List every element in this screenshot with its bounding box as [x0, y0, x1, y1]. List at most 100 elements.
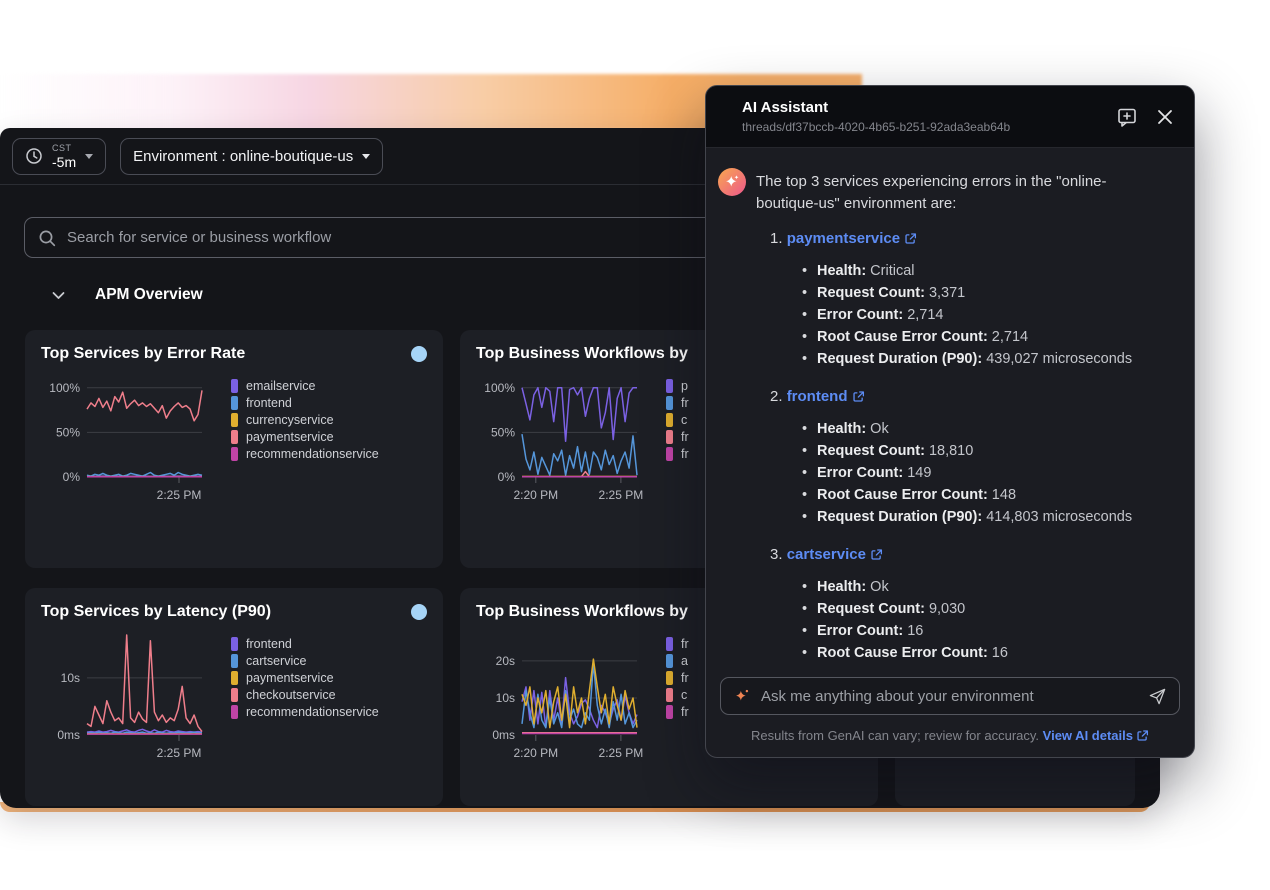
metric-item: Request Count: 18,810: [800, 441, 1174, 462]
metric-value: 414,803 microseconds: [982, 509, 1132, 525]
legend-label: fr: [681, 430, 689, 444]
legend-label: fr: [681, 671, 689, 685]
clock-icon: [25, 147, 43, 165]
x-axis-tick-label: 2:25 PM: [157, 488, 202, 502]
metric-label: Root Cause Error Count:: [817, 329, 988, 345]
service-block: 3. cartservice Health: OkRequest Count: 9…: [770, 546, 1174, 664]
close-icon: [1156, 108, 1174, 126]
legend-label: frontend: [246, 637, 292, 651]
chart-canvas: 100%50%0%2:25 PM: [35, 369, 215, 509]
new-thread-button[interactable]: [1116, 106, 1138, 128]
service-link[interactable]: frontend: [787, 388, 865, 405]
y-axis-tick-label: 10s: [61, 671, 80, 685]
legend-item: cartservice: [231, 654, 379, 668]
card-title: Top Business Workflows by: [476, 603, 688, 621]
service-block: 2. frontendHealth: OkRequest Count: 18,8…: [770, 388, 1174, 528]
metric-value: 3,371: [925, 285, 965, 301]
y-axis-tick-label: 10s: [496, 691, 515, 705]
metric-label: Error Count:: [817, 465, 903, 481]
legend-item: frontend: [231, 637, 379, 651]
comment-plus-icon: [1116, 106, 1138, 128]
card-top-services-error-rate: Top Services by Error Rate 100%50%0%2:25…: [25, 330, 443, 568]
card-title: Top Services by Latency (P90): [41, 603, 271, 621]
metric-item: Error Count: 16: [800, 621, 1174, 642]
metric-label: Error Count:: [817, 307, 903, 323]
legend-label: paymentservice: [246, 671, 334, 685]
legend-swatch: [666, 654, 673, 668]
legend-swatch: [231, 413, 238, 427]
service-link[interactable]: paymentservice: [787, 230, 917, 247]
legend-swatch: [231, 379, 238, 393]
ai-assistant-header: AI Assistant threads/df37bccb-4020-4b65-…: [706, 86, 1194, 148]
legend-label: paymentservice: [246, 430, 334, 444]
legend-swatch: [666, 705, 673, 719]
service-metrics: Health: OkRequest Count: 9,030Error Coun…: [800, 577, 1174, 664]
legend-item: fr: [666, 705, 689, 719]
legend-item: frontend: [231, 396, 379, 410]
legend-swatch: [231, 671, 238, 685]
metric-item: Request Count: 9,030: [800, 599, 1174, 620]
send-button[interactable]: [1148, 687, 1167, 706]
ai-message-area: The top 3 services experiencing errors i…: [706, 148, 1194, 665]
metric-label: Request Count:: [817, 601, 925, 617]
y-axis-tick-label: 100%: [484, 381, 515, 395]
thread-id: threads/df37bccb-4020-4b65-b251-92ada3ea…: [742, 120, 1116, 134]
legend-item: fr: [666, 447, 689, 461]
legend-item: recommendationservice: [231, 705, 379, 719]
legend-label: c: [681, 413, 687, 427]
y-axis-tick-label: 0ms: [492, 728, 515, 742]
x-axis-tick-label: 2:20 PM: [513, 746, 558, 760]
send-icon: [1148, 687, 1167, 706]
ask-input-box[interactable]: [720, 677, 1180, 715]
legend-item: fr: [666, 430, 689, 444]
service-title: 3. cartservice: [770, 546, 1174, 563]
metric-label: Root Cause Error Count:: [817, 487, 988, 503]
chart-canvas: 100%50%0%2:20 PM2:25 PM: [470, 369, 650, 509]
external-link-icon: [870, 548, 883, 561]
service-title: 1. paymentservice: [770, 230, 1174, 247]
legend-item: fr: [666, 396, 689, 410]
ai-assistant-title: AI Assistant: [742, 99, 1116, 116]
metric-value: 149: [903, 465, 931, 481]
ai-disclaimer: Results from GenAI can vary; review for …: [706, 715, 1194, 757]
metric-item: Root Cause Error Count: 148: [800, 485, 1174, 506]
time-range-button[interactable]: CST -5m: [12, 138, 106, 175]
legend-item: emailservice: [231, 379, 379, 393]
status-dot-icon: [411, 604, 427, 620]
service-link[interactable]: cartservice: [787, 546, 883, 563]
metric-value: 9,030: [925, 601, 965, 617]
legend-label: recommendationservice: [246, 447, 379, 461]
legend-item: paymentservice: [231, 430, 379, 444]
environment-selector-button[interactable]: Environment : online-boutique-us: [120, 138, 383, 175]
legend-item: fr: [666, 671, 689, 685]
legend-label: emailservice: [246, 379, 315, 393]
timezone-label: CST: [52, 144, 76, 153]
legend-swatch: [666, 688, 673, 702]
metric-label: Health:: [817, 263, 866, 279]
service-metrics: Health: OkRequest Count: 18,810Error Cou…: [800, 419, 1174, 528]
chevron-down-icon[interactable]: [52, 291, 65, 300]
metric-item: Root Cause Error Count: 2,714: [800, 327, 1174, 348]
metric-label: Error Count:: [817, 623, 903, 639]
service-index: 1.: [770, 230, 787, 247]
ask-ai-input[interactable]: [761, 688, 1138, 705]
chevron-down-icon: [362, 154, 370, 159]
metric-item: Error Count: 149: [800, 463, 1174, 484]
metric-label: Request Count:: [817, 443, 925, 459]
card-header: Top Services by Error Rate: [25, 330, 443, 363]
sparkle-icon: [733, 687, 751, 705]
legend-item: fr: [666, 637, 689, 651]
legend-swatch: [231, 430, 238, 444]
ai-avatar: [718, 168, 746, 196]
metric-value: Ok: [866, 421, 889, 437]
series-fr: [522, 472, 637, 477]
legend-swatch: [666, 413, 673, 427]
view-ai-details-link[interactable]: View AI details: [1043, 728, 1149, 743]
chart-legend: pfrcfrfr: [666, 379, 689, 464]
close-button[interactable]: [1156, 108, 1174, 126]
legend-swatch: [666, 447, 673, 461]
series-fr: [522, 434, 637, 475]
metric-value: 18,810: [925, 443, 973, 459]
search-icon: [38, 229, 56, 247]
metric-label: Health:: [817, 421, 866, 437]
